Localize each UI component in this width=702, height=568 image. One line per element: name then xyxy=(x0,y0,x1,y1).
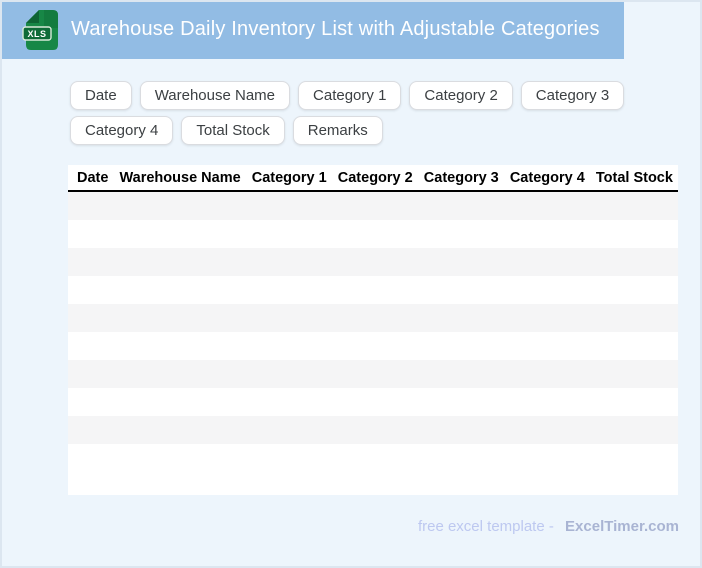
col-header-warehouse-name: Warehouse Name xyxy=(119,169,241,186)
table-row xyxy=(68,388,678,416)
table-row xyxy=(68,332,678,360)
inventory-table: Date Warehouse Name Category 1 Category … xyxy=(68,165,678,495)
table-row xyxy=(68,360,678,388)
table-row xyxy=(68,192,678,220)
table-row xyxy=(68,304,678,332)
chip-warehouse-name[interactable]: Warehouse Name xyxy=(139,81,291,110)
col-header-category-1: Category 1 xyxy=(251,169,327,186)
table-row xyxy=(68,248,678,276)
header-bar: XLS Warehouse Daily Inventory List with … xyxy=(2,2,624,59)
chip-category-2[interactable]: Category 2 xyxy=(409,81,513,110)
table-row xyxy=(68,444,678,472)
page-title: Warehouse Daily Inventory List with Adju… xyxy=(71,18,600,40)
chip-date[interactable]: Date xyxy=(70,81,132,110)
footer-brand-link[interactable]: ExcelTimer.com xyxy=(565,518,679,535)
col-header-total-stock: Total Stock xyxy=(595,169,673,186)
page: XLS Warehouse Daily Inventory List with … xyxy=(0,0,702,568)
chip-total-stock[interactable]: Total Stock xyxy=(181,116,285,145)
col-header-date: Date xyxy=(77,169,109,186)
chip-remarks[interactable]: Remarks xyxy=(292,116,383,145)
category-chips: Date Warehouse Name Category 1 Category … xyxy=(70,81,670,145)
chip-category-3[interactable]: Category 3 xyxy=(520,81,625,110)
footer-tagline: free excel template - xyxy=(417,518,554,535)
col-header-category-3: Category 3 xyxy=(423,169,499,186)
table-row xyxy=(68,276,678,304)
chip-category-1[interactable]: Category 1 xyxy=(298,81,402,110)
table-row xyxy=(68,416,678,444)
xls-file-icon: XLS xyxy=(22,9,58,50)
chip-category-4[interactable]: Category 4 xyxy=(70,116,174,145)
table-row xyxy=(68,220,678,248)
table-header-row: Date Warehouse Name Category 1 Category … xyxy=(68,165,678,192)
col-header-category-4: Category 4 xyxy=(509,169,585,186)
footer-credit: free excel template - ExcelTimer.com xyxy=(418,518,679,535)
col-header-category-2: Category 2 xyxy=(337,169,413,186)
table-body xyxy=(68,192,678,472)
svg-text:XLS: XLS xyxy=(27,29,46,39)
